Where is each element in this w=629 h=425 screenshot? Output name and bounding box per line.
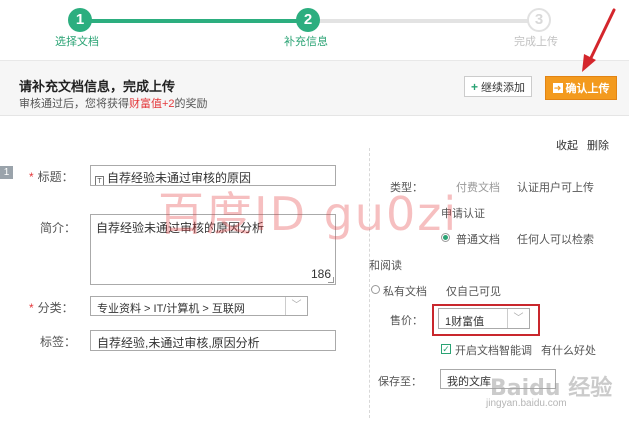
chevron-down-icon: ﹀: [285, 297, 307, 315]
step-1-label: 选择文档: [55, 36, 99, 48]
save-to-value: 我的文库: [447, 376, 491, 388]
category-label: * 分类：: [29, 301, 74, 315]
header-reward-note: 审核通过后，您将获得财富值+2的奖励: [19, 98, 208, 110]
watermark-url: jingyan.baidu.com: [486, 398, 567, 409]
header-title: 请补充文档信息，完成上传: [19, 79, 176, 94]
document-icon: T: [95, 176, 104, 185]
tags-input[interactable]: 自荐经验,未通过审核,原因分析: [90, 330, 336, 351]
resize-grip-icon[interactable]: [328, 277, 334, 283]
chevron-down-icon: ﹀: [507, 309, 529, 328]
step-line-todo: [308, 19, 538, 23]
category-value: 专业资料 > IT/计算机 > 互联网: [97, 303, 245, 315]
price-value: 1财富值: [445, 316, 485, 328]
info-header: 请补充文档信息，完成上传 审核通过后，您将获得财富值+2的奖励 + 继续添加: [0, 60, 629, 116]
price-label: 售价：: [390, 315, 423, 327]
price-select[interactable]: 1财富值 ﹀: [438, 308, 530, 329]
red-pointer-arrow-icon: [582, 8, 616, 72]
plus-icon: +: [470, 79, 478, 94]
step-line-done: [80, 19, 308, 23]
type-private-option: 私有文档: [383, 286, 427, 298]
step-1-circle: 1: [68, 8, 92, 32]
confirm-upload-button[interactable]: ➜ 确认上传: [545, 76, 617, 100]
collapse-link[interactable]: 收起: [556, 137, 578, 153]
step-2-label: 补充信息: [284, 36, 328, 48]
reward-highlight: 财富值+2: [129, 98, 175, 110]
smart-check-label: 开启文档智能调: [455, 345, 532, 357]
upload-arrow-icon: ➜: [552, 83, 563, 93]
category-select[interactable]: 专业资料 > IT/计算机 > 互联网 ﹀: [90, 296, 308, 316]
delete-link[interactable]: 删除: [587, 137, 609, 153]
doc-index-badge: 1: [0, 166, 13, 179]
type-paid-option: 付费文档: [456, 182, 500, 194]
step-2-circle: 2: [296, 8, 320, 32]
type-normal-option: 普通文档: [456, 234, 500, 246]
save-to-label: 保存至：: [378, 376, 422, 388]
continue-add-button[interactable]: + 继续添加: [464, 76, 532, 97]
and-read-text: 和阅读: [369, 260, 402, 272]
smart-check-checkbox[interactable]: ✓: [441, 344, 451, 354]
tags-value: 自荐经验,未通过审核,原因分析: [97, 336, 260, 350]
title-label: * 标题：: [29, 170, 74, 184]
continue-add-label: 继续添加: [481, 81, 525, 94]
confirm-upload-label: 确认上传: [565, 83, 610, 95]
type-paid-note: 认证用户可上传: [517, 182, 594, 194]
type-normal-note: 任何人可以检索: [517, 234, 594, 246]
step-3-circle: 3: [527, 8, 551, 32]
summary-label: 简介：: [40, 221, 77, 235]
step-3-label: 完成上传: [514, 36, 558, 48]
type-private-note: 仅自己可见: [446, 286, 501, 298]
type-private-radio[interactable]: [371, 285, 380, 294]
watermark-id: 百度ID gu0zi: [158, 187, 459, 241]
smart-check-hint-link[interactable]: 有什么好处: [541, 342, 596, 358]
tags-label: 标签：: [40, 335, 77, 349]
progress-stepper: 1 选择文档 2 补充信息 3 完成上传: [0, 0, 629, 60]
